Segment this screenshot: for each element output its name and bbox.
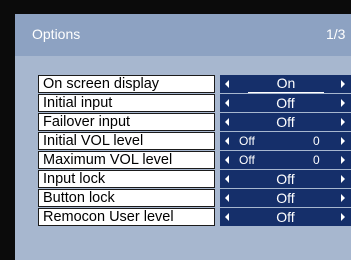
page-indicator: 1/3	[326, 26, 346, 42]
option-value: Off	[276, 114, 295, 130]
option-label: Failover input	[38, 113, 215, 131]
option-selector[interactable]: Off	[220, 94, 351, 112]
arrow-right-icon[interactable]	[341, 137, 345, 145]
option-selector[interactable]: Off	[220, 113, 351, 131]
option-row-remocon-user-level[interactable]: Remocon User level Off	[38, 208, 351, 226]
option-label: Initial input	[38, 94, 215, 112]
option-value: Off	[276, 209, 295, 225]
option-label: Maximum VOL level	[38, 151, 215, 169]
option-selector[interactable]: Off	[220, 189, 351, 207]
arrow-left-icon[interactable]	[225, 156, 229, 164]
option-number: 0	[313, 153, 320, 167]
option-value: Off	[276, 95, 295, 111]
option-value: Off	[276, 190, 295, 206]
option-label: Button lock	[38, 189, 215, 207]
arrow-right-icon[interactable]	[341, 175, 345, 183]
option-label: On screen display	[38, 75, 215, 93]
arrow-right-icon[interactable]	[341, 213, 345, 221]
arrow-right-icon[interactable]	[341, 99, 345, 107]
option-selector[interactable]: Off	[220, 208, 351, 226]
option-row-maximum-vol-level[interactable]: Maximum VOL level Off 0	[38, 151, 351, 169]
option-selector[interactable]: Off	[220, 170, 351, 188]
options-panel: Options 1/3 On screen display On Initial…	[15, 14, 351, 260]
option-row-failover-input[interactable]: Failover input Off	[38, 113, 351, 131]
arrow-right-icon[interactable]	[341, 194, 345, 202]
options-header: Options 1/3	[15, 14, 351, 56]
option-value: Off	[276, 171, 295, 187]
arrow-left-icon[interactable]	[225, 137, 229, 145]
option-row-initial-vol-level[interactable]: Initial VOL level Off 0	[38, 132, 351, 150]
option-label: Input lock	[38, 170, 215, 188]
option-row-input-lock[interactable]: Input lock Off	[38, 170, 351, 188]
arrow-right-icon[interactable]	[341, 118, 345, 126]
arrow-right-icon[interactable]	[341, 156, 345, 164]
option-selector[interactable]: On	[220, 75, 351, 93]
arrow-right-icon[interactable]	[341, 80, 345, 88]
option-value: On	[248, 75, 324, 93]
option-row-button-lock[interactable]: Button lock Off	[38, 189, 351, 207]
arrow-left-icon[interactable]	[225, 80, 229, 88]
option-label: Remocon User level	[38, 208, 215, 226]
option-value: Off	[239, 134, 255, 148]
page-title: Options	[32, 26, 81, 42]
option-selector[interactable]: Off 0	[220, 132, 351, 150]
option-value: Off	[239, 153, 255, 167]
option-number: 0	[313, 134, 320, 148]
option-label: Initial VOL level	[38, 132, 215, 150]
option-selector[interactable]: Off 0	[220, 151, 351, 169]
option-row-on-screen-display[interactable]: On screen display On	[38, 75, 351, 93]
option-row-initial-input[interactable]: Initial input Off	[38, 94, 351, 112]
